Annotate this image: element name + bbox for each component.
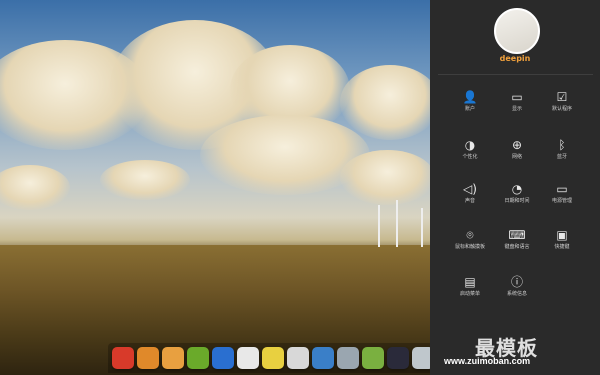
green-app-icon[interactable] (362, 347, 384, 369)
globe-icon[interactable] (212, 347, 234, 369)
cloud (100, 160, 190, 200)
dock (108, 343, 434, 373)
wind-turbine (396, 200, 398, 247)
settings-item[interactable]: 👤 账户 (445, 90, 495, 120)
launcher-icon[interactable] (112, 347, 134, 369)
keyboard-icon: ⌨ (508, 228, 526, 242)
divider (438, 74, 593, 75)
avatar[interactable] (494, 8, 540, 54)
shortcut-icon: ▣ (556, 228, 568, 242)
wind-turbine (378, 205, 380, 247)
settings-item[interactable]: ⌨ 键盘和语言 (492, 228, 542, 258)
settings-item[interactable]: ▭ 显示 (492, 90, 542, 120)
display-icon: ▭ (511, 90, 523, 104)
settings-item[interactable]: ▤ 启动菜单 (445, 275, 495, 305)
watermark-url: www.zuimoban.com (444, 356, 531, 366)
battery-icon: ▭ (556, 182, 568, 196)
settings-item-label: 键盘和语言 (504, 244, 530, 250)
bluetooth-icon: ᛒ (558, 138, 566, 152)
sound-icon: ◁) (463, 182, 477, 196)
settings-item-label: 日期和时间 (504, 198, 530, 204)
settings-item-label: 个性化 (462, 154, 478, 160)
settings-item[interactable]: ☑ 默认程序 (537, 90, 587, 120)
settings-item-label: 快捷键 (554, 244, 570, 250)
player-icon[interactable] (187, 347, 209, 369)
username[interactable]: deepin (430, 54, 600, 63)
settings-item[interactable]: ᛒ 蓝牙 (537, 138, 587, 168)
personalization-icon: ◑ (464, 138, 476, 152)
settings-item-label: 声音 (464, 198, 475, 204)
boot-menu-icon: ▤ (464, 275, 476, 289)
users-icon[interactable] (312, 347, 334, 369)
wind-turbine (421, 208, 423, 247)
cloud (0, 165, 70, 210)
settings-item[interactable]: ▣ 快捷键 (537, 228, 587, 258)
settings-item-label: 启动菜单 (459, 291, 480, 297)
cloud (340, 150, 430, 205)
settings-item-label: 网络 (511, 154, 522, 160)
clock-icon: ◔ (511, 182, 523, 196)
settings-item-label: 账户 (464, 106, 475, 112)
settings-item-label: 显示 (511, 106, 522, 112)
desktop-wallpaper (0, 0, 430, 375)
cloud (340, 65, 430, 140)
mouse-icon: ⌾ (466, 228, 474, 242)
settings-item[interactable]: ◑ 个性化 (445, 138, 495, 168)
chrome-icon[interactable] (237, 347, 259, 369)
settings-item-label: 电源管理 (551, 198, 572, 204)
settings-item-label: 蓝牙 (556, 154, 567, 160)
settings-item[interactable]: ⌾ 鼠标和触摸板 (445, 228, 495, 258)
settings-item[interactable]: ⊕ 网络 (492, 138, 542, 168)
settings-item[interactable]: ◁) 声音 (445, 182, 495, 212)
settings-icon[interactable] (287, 347, 309, 369)
settings-item-label: 系统信息 (506, 291, 527, 297)
default-apps-icon: ☑ (556, 90, 568, 104)
info-icon: ⓘ (510, 275, 523, 289)
dark-app-icon[interactable] (387, 347, 409, 369)
settings-item[interactable]: ▭ 电源管理 (537, 182, 587, 212)
terminal-icon[interactable] (337, 347, 359, 369)
settings-item-label: 鼠标和触摸板 (454, 244, 485, 250)
settings-item[interactable]: ◔ 日期和时间 (492, 182, 542, 212)
user-icon: 👤 (462, 90, 478, 104)
photos-icon[interactable] (262, 347, 284, 369)
settings-item-label: 默认程序 (551, 106, 572, 112)
settings-item[interactable]: ⓘ 系统信息 (492, 275, 542, 305)
music-icon[interactable] (162, 347, 184, 369)
store-icon[interactable] (137, 347, 159, 369)
network-icon: ⊕ (511, 138, 523, 152)
